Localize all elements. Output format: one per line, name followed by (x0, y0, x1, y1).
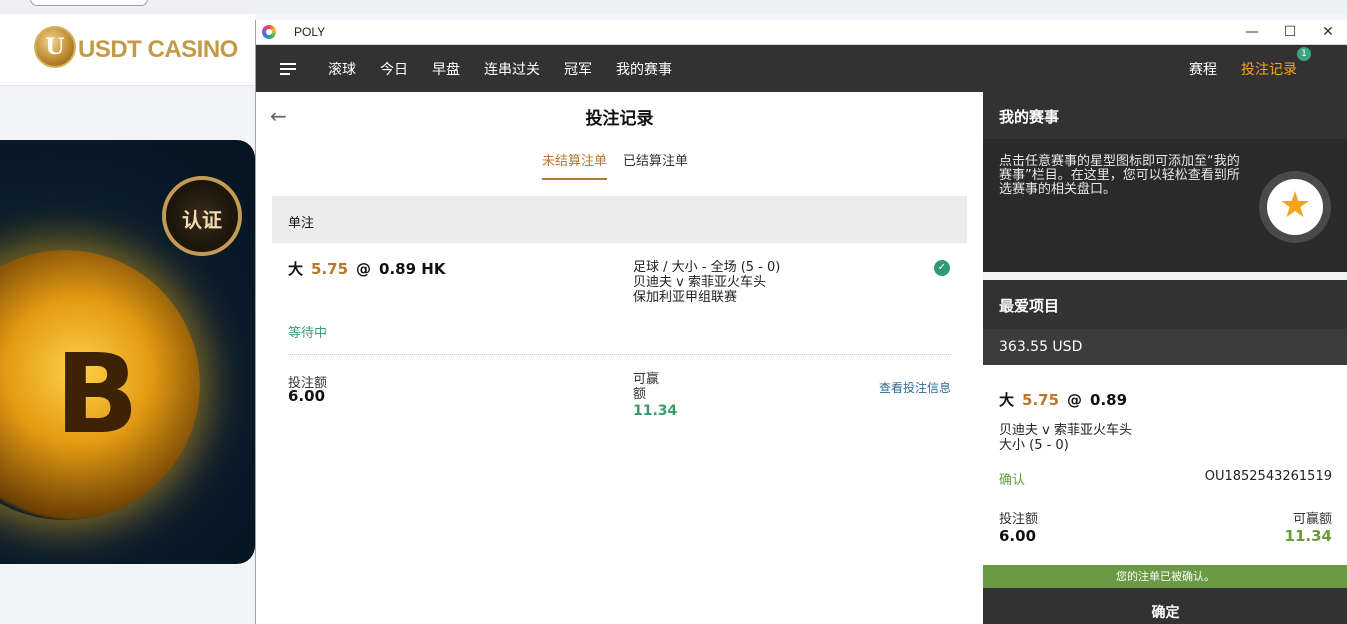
slip-win-label: 可赢额 (1292, 512, 1332, 527)
slip-selection: 大 5.75 @ 0.89 (999, 389, 1127, 410)
nav-item-my-events[interactable]: 我的赛事 (616, 59, 672, 79)
slip-match-info: 贝迪夫 v 索菲亚火车头 大小 (5 - 0) (999, 423, 1132, 453)
title-bar: POLY — ☐ ✕ (256, 20, 1347, 45)
bet-at: @ (356, 260, 372, 278)
bet-tabs: 未结算注单 已结算注单 (542, 150, 688, 180)
slip-win-value: 11.34 (1284, 527, 1332, 545)
my-events-title: 我的赛事 (983, 92, 1347, 139)
tab-settled[interactable]: 已结算注单 (623, 150, 688, 180)
balance: 363.55 USD (983, 329, 1347, 365)
certified-seal-icon: 认证 (162, 176, 242, 256)
favorites-title: 最爱项目 (983, 280, 1347, 329)
maximize-button[interactable]: ☐ (1271, 20, 1309, 45)
bet-selection-label: 大 (288, 260, 304, 278)
bet-line: 5.75 (311, 260, 349, 278)
close-button[interactable]: ✕ (1309, 20, 1347, 45)
poly-window: POLY — ☐ ✕ 滚球 今日 早盘 连串过关 冠军 我的赛事 赛程 投注记录… (255, 20, 1347, 624)
nav-item-bet-history[interactable]: 投注记录 1 (1241, 46, 1311, 79)
nav-item-live[interactable]: 滚球 (328, 59, 356, 79)
casino-logo-card[interactable]: U USDT CASINO (0, 14, 255, 86)
slip-odds: 0.89 (1090, 391, 1128, 409)
divider (288, 354, 951, 355)
bet-count-badge: 1 (1297, 46, 1311, 61)
slip-selection-label: 大 (999, 391, 1015, 409)
view-bet-info-link[interactable]: 查看投注信息 (879, 379, 951, 396)
slip-status: 确认 (999, 473, 1026, 488)
win-label: 可赢额 (633, 372, 660, 402)
minimize-button[interactable]: — (1233, 20, 1271, 45)
bet-confirmed-banner: 您的注单已被确认。 (983, 565, 1347, 588)
ok-button[interactable]: 确定 (983, 588, 1347, 624)
bet-detail: 足球 / 大小 - 全场 (5 - 0) 贝迪夫 v 索菲亚火车头 保加利亚甲组… (633, 260, 780, 305)
favorite-star-button[interactable]: ★ (1259, 171, 1331, 243)
section-single-bets: 单注 (272, 196, 967, 243)
window-title: POLY (294, 25, 326, 39)
star-icon: ★ (1267, 179, 1323, 235)
bet-slip: 大 5.75 @ 0.89 贝迪夫 v 索菲亚火车头 大小 (5 - 0) 确认… (983, 365, 1347, 624)
bitcoin-icon: B (0, 250, 200, 520)
slip-market: 大小 (5 - 0) (999, 438, 1069, 453)
slip-stake-value: 6.00 (999, 527, 1037, 545)
bet-history-panel: ← 投注记录 未结算注单 已结算注单 单注 大 5.75 @ 0.89 HK 足… (256, 92, 983, 624)
win-value: 11.34 (633, 403, 678, 419)
right-panel: 我的赛事 点击任意赛事的星型图标即可添加至“我的赛事”栏目。在这里，您可以轻松查… (983, 92, 1347, 624)
check-icon: ✓ (934, 260, 950, 276)
my-events-info: 点击任意赛事的星型图标即可添加至“我的赛事”栏目。在这里，您可以轻松查看到所选赛… (983, 139, 1347, 272)
bet-odds: 0.89 HK (379, 260, 446, 278)
browser-strip (0, 0, 1347, 14)
nav-right: 赛程 投注记录 1 (1189, 46, 1347, 79)
casino-logo-icon: U (34, 26, 76, 68)
bet-league: 保加利亚甲组联赛 (633, 290, 738, 305)
slip-match: 贝迪夫 v 索菲亚火车头 (999, 423, 1132, 438)
app-logo-icon (262, 25, 276, 39)
top-nav: 滚球 今日 早盘 连串过关 冠军 我的赛事 赛程 投注记录 1 (256, 45, 1347, 92)
my-events-description: 点击任意赛事的星型图标即可添加至“我的赛事”栏目。在这里，您可以轻松查看到所选赛… (999, 154, 1240, 197)
nav-item-early[interactable]: 早盘 (432, 59, 460, 79)
slip-stake-label: 投注额 (999, 512, 1039, 527)
nav-item-parlay[interactable]: 连串过关 (484, 59, 540, 79)
slip-bet-id: OU1852543261519 (1204, 469, 1332, 484)
slip-line: 5.75 (1022, 391, 1060, 409)
menu-icon[interactable] (280, 62, 296, 75)
bet-match: 贝迪夫 v 索菲亚火车头 (633, 275, 766, 290)
bet-selection: 大 5.75 @ 0.89 HK (288, 258, 445, 279)
window-controls: — ☐ ✕ (1233, 20, 1347, 45)
bet-status: 等待中 (288, 326, 328, 341)
bet-market: 足球 / 大小 - 全场 (5 - 0) (633, 260, 781, 275)
background-gap (0, 86, 255, 140)
slip-at: @ (1067, 391, 1083, 409)
casino-banner[interactable]: B 认证 (0, 140, 255, 564)
nav-item-today[interactable]: 今日 (380, 59, 408, 79)
tab-unsettled[interactable]: 未结算注单 (542, 150, 608, 180)
casino-logo-text: USDT CASINO (78, 36, 238, 63)
stake-value: 6.00 (288, 387, 326, 405)
bet-history-label: 投注记录 (1241, 61, 1297, 78)
nav-item-schedule[interactable]: 赛程 (1189, 59, 1217, 79)
page-title: 投注记录 (585, 109, 654, 129)
nav-item-outright[interactable]: 冠军 (564, 59, 592, 79)
background-pill (30, 0, 148, 6)
